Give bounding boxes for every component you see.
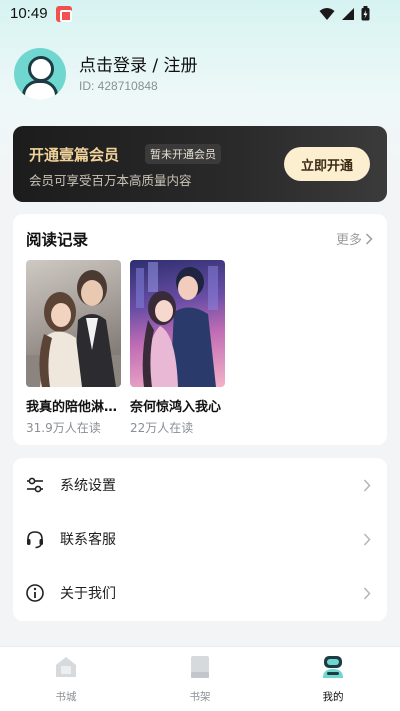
chevron-right-icon xyxy=(363,478,371,492)
more-link[interactable]: 更多 xyxy=(336,229,373,248)
book-readers: 22万人在读 xyxy=(130,421,194,435)
book-cover[interactable] xyxy=(130,260,225,387)
book-cover-illustration xyxy=(136,262,218,387)
menu-item-label: 联系客服 xyxy=(60,532,116,548)
reading-history-title: 阅读记录 xyxy=(26,231,89,249)
menu-item-label: 系统设置 xyxy=(60,478,116,494)
wifi-icon xyxy=(319,7,335,20)
avatar[interactable] xyxy=(14,48,66,100)
info-icon xyxy=(26,584,44,602)
book-cover[interactable] xyxy=(26,260,121,387)
nav-item-bookshelf[interactable]: 书架 xyxy=(170,655,230,704)
menu-item-system-settings[interactable]: 系统设置 xyxy=(13,458,387,512)
chevron-right-icon xyxy=(363,532,371,546)
book-title[interactable]: 我真的陪他淋… xyxy=(26,396,121,415)
status-bar: 10:49 xyxy=(0,0,400,30)
book-cover-illustration xyxy=(26,270,121,387)
login-register-link[interactable]: 点击登录 / 注册 xyxy=(79,55,198,77)
chevron-right-icon xyxy=(363,586,371,600)
store-icon xyxy=(56,657,76,677)
book-item[interactable]: 我真的陪他淋… 31.9万人在读 xyxy=(26,260,121,436)
menu-item-label: 关于我们 xyxy=(60,586,116,602)
book-item[interactable]: 奈何惊鸿入我心 22万人在读 xyxy=(130,260,225,436)
vip-subtitle: 会员可享受百万本高质量内容 xyxy=(29,173,192,188)
book-list: 我真的陪他淋… 31.9万人在读 奈何惊鸿入我心 22万人在读 xyxy=(26,260,225,436)
app-notification-icon xyxy=(56,6,72,22)
bottom-navigation: 书城 书架 我的 xyxy=(0,646,400,711)
vip-membership-card[interactable]: 开通壹篇会员 暂未开通会员 会员可享受百万本高质量内容 立即开通 xyxy=(13,126,387,202)
sliders-icon xyxy=(27,477,43,493)
headset-icon xyxy=(27,531,43,549)
vip-status-badge: 暂未开通会员 xyxy=(145,144,221,164)
nav-item-profile[interactable]: 我的 xyxy=(303,655,363,704)
avatar-body-shape xyxy=(22,80,58,100)
avatar-head-shape xyxy=(28,56,54,82)
book-readers: 31.9万人在读 xyxy=(26,421,101,435)
cellular-icon xyxy=(342,7,354,20)
status-icons xyxy=(319,6,370,21)
profile-icon xyxy=(323,656,343,678)
battery-icon xyxy=(361,6,370,21)
nav-label: 书架 xyxy=(189,691,211,703)
status-time: 10:49 xyxy=(10,5,48,22)
reading-history-card: 阅读记录 更多 我真的陪他淋… 31.9万人在读 奈何惊鸿入我心 22万人在读 xyxy=(13,214,387,445)
vip-title: 开通壹篇会员 xyxy=(29,146,120,164)
nav-item-store[interactable]: 书城 xyxy=(36,655,96,704)
book-title[interactable]: 奈何惊鸿入我心 xyxy=(130,396,225,415)
chevron-right-icon xyxy=(365,232,373,245)
bookshelf-icon xyxy=(191,656,209,678)
profile-text: 点击登录 / 注册 ID: 428710848 xyxy=(79,55,198,93)
settings-menu-card: 系统设置 联系客服 关于我们 xyxy=(13,458,387,621)
profile-header[interactable]: 点击登录 / 注册 ID: 428710848 xyxy=(14,48,198,100)
more-label: 更多 xyxy=(335,233,362,248)
nav-label: 我的 xyxy=(322,691,344,703)
menu-item-customer-service[interactable]: 联系客服 xyxy=(13,512,387,566)
menu-item-about-us[interactable]: 关于我们 xyxy=(13,566,387,620)
nav-label: 书城 xyxy=(55,691,77,703)
open-vip-button[interactable]: 立即开通 xyxy=(284,147,370,181)
user-id: ID: 428710848 xyxy=(79,79,158,93)
